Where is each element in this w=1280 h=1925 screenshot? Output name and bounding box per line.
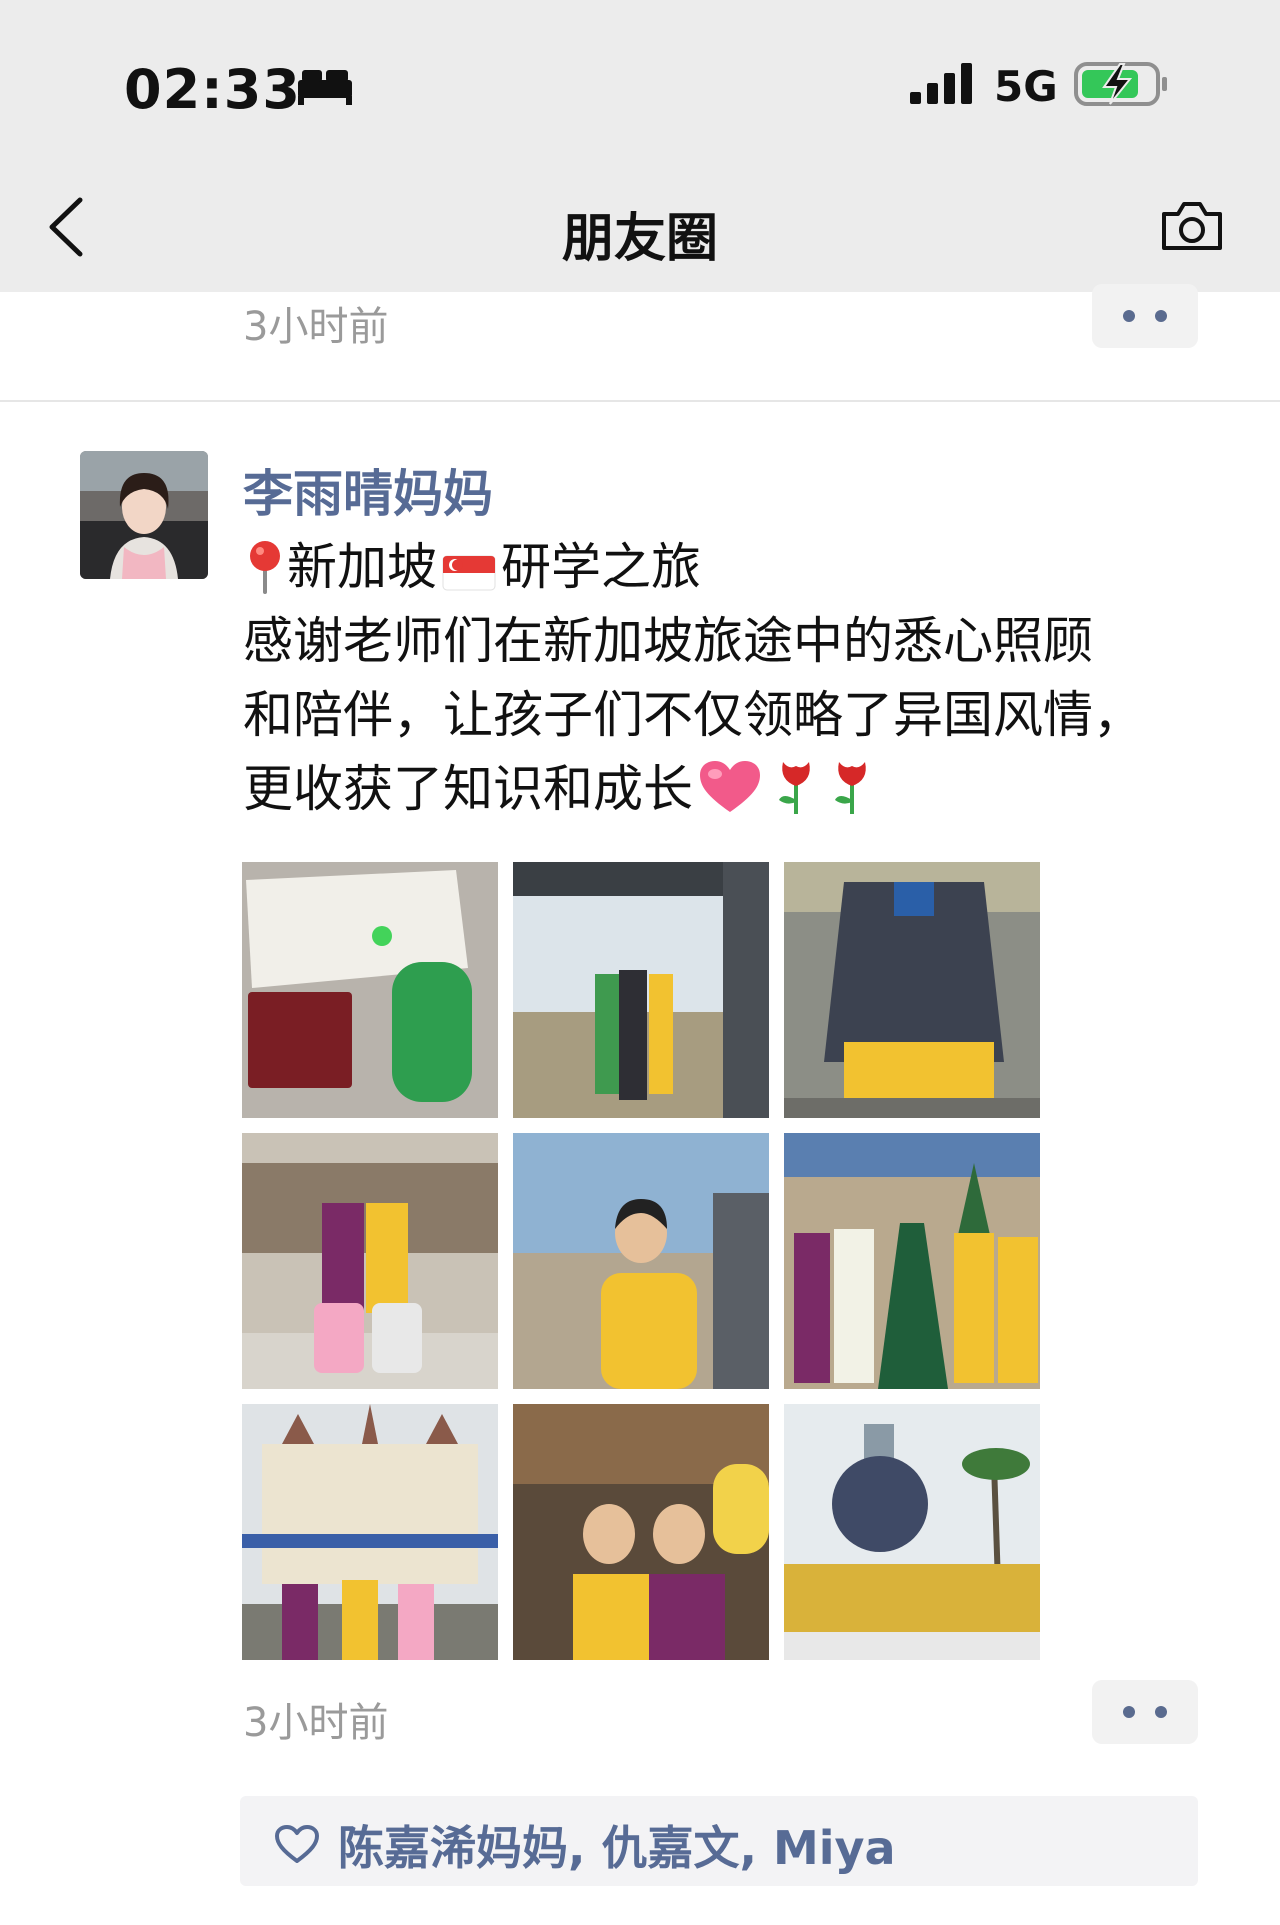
likes-list[interactable]: 陈嘉浠妈妈, 仇嘉文, Miya bbox=[338, 1812, 896, 1878]
post-line: 和陪伴，让孩子们不仅领略了异国风情， bbox=[243, 686, 1143, 744]
post-line-text: 更收获了知识和成长 bbox=[243, 760, 693, 818]
more-dot-icon bbox=[1155, 1706, 1167, 1718]
post-line: 新加坡 研学之旅 bbox=[243, 530, 1223, 604]
parade-children-photo[interactable] bbox=[513, 1404, 769, 1660]
post-line: 更收获了知识和成长 bbox=[243, 752, 1223, 826]
post-line-text: 新加坡 bbox=[287, 538, 437, 596]
post-content: 新加坡 研学之旅 感谢老师们在新加坡旅途中的悉心照顾 和陪伴，让孩子们不仅领略了… bbox=[243, 530, 1223, 826]
airport-window-child-photo[interactable] bbox=[513, 1133, 769, 1389]
photo-grid bbox=[242, 862, 1040, 1660]
pin-icon bbox=[250, 541, 280, 594]
page-title: 朋友圈 bbox=[561, 209, 718, 269]
previous-post-time: 3小时前 bbox=[243, 304, 389, 350]
bed-icon bbox=[298, 70, 352, 105]
singapore-flag-icon bbox=[442, 555, 496, 591]
checkin-counter-luggage-photo[interactable] bbox=[242, 1133, 498, 1389]
airport-window-group-photo[interactable] bbox=[513, 862, 769, 1118]
rose-icon bbox=[835, 762, 866, 814]
post-divider bbox=[0, 400, 1280, 402]
likes-box: 陈嘉浠妈妈, 仇嘉文, Miya bbox=[240, 1796, 1198, 1886]
boarding-pass-passport-photo[interactable] bbox=[242, 862, 498, 1118]
signal-icon bbox=[910, 63, 972, 104]
heart-icon bbox=[275, 1825, 319, 1863]
author-name[interactable]: 李雨晴妈妈 bbox=[243, 454, 493, 526]
castle-photo[interactable] bbox=[242, 1404, 498, 1660]
post-line-text: 研学之旅 bbox=[501, 538, 701, 596]
post-time: 3小时前 bbox=[243, 1700, 389, 1746]
heart-emoji-icon bbox=[700, 761, 760, 812]
top-header: 02:33 5G 朋友圈 bbox=[0, 0, 1280, 292]
camera-icon[interactable] bbox=[1160, 200, 1224, 252]
battery-charging-icon bbox=[1074, 62, 1167, 106]
princess-group-photo[interactable] bbox=[784, 1133, 1040, 1389]
more-dot-icon bbox=[1123, 1706, 1135, 1718]
more-dot-icon bbox=[1123, 310, 1135, 322]
status-time: 02:33 bbox=[124, 58, 301, 121]
more-dot-icon bbox=[1155, 310, 1167, 322]
universal-globe-group-photo[interactable] bbox=[784, 1404, 1040, 1660]
previous-post-more-button[interactable] bbox=[1092, 284, 1198, 348]
rose-icon bbox=[779, 762, 810, 814]
avatar[interactable] bbox=[80, 451, 208, 579]
post-line: 感谢老师们在新加坡旅途中的悉心照顾 bbox=[243, 612, 1093, 670]
network-label: 5G bbox=[994, 62, 1058, 111]
transformer-statue-photo[interactable] bbox=[784, 862, 1040, 1118]
post-more-button[interactable] bbox=[1092, 1680, 1198, 1744]
